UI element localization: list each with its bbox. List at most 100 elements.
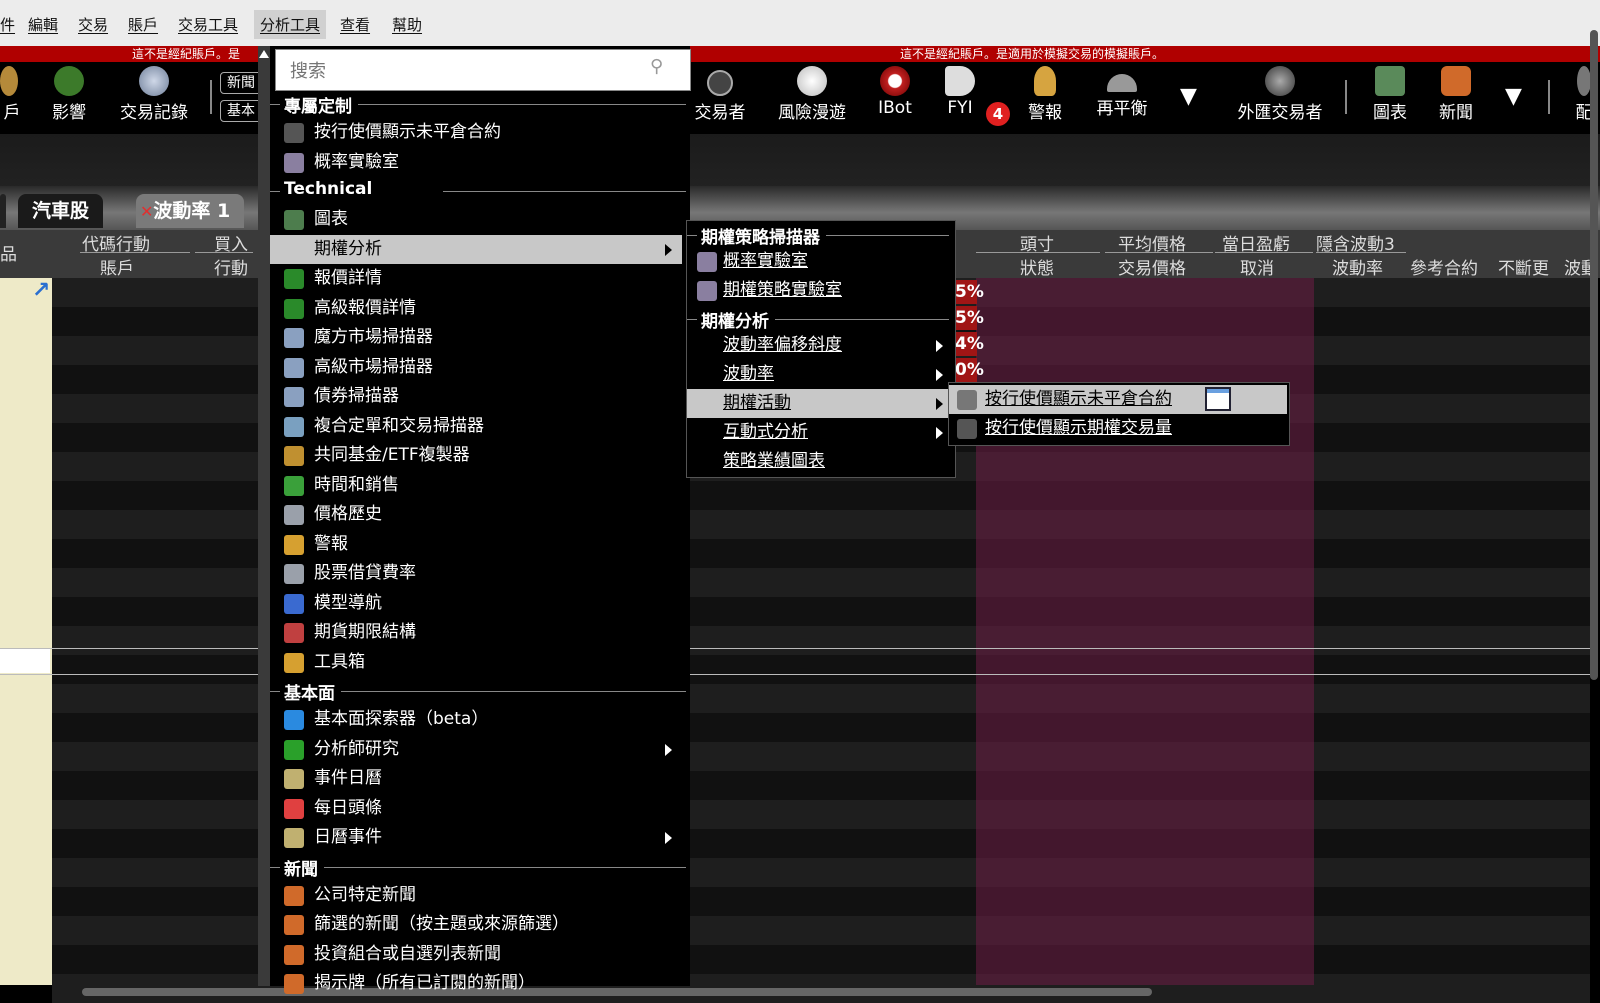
toolbar-trader[interactable]: 交易者: [690, 62, 750, 134]
menu-item[interactable]: 事件日曆: [270, 764, 682, 793]
toolbar-dropdown-2[interactable]: ▼: [1505, 84, 1522, 109]
menu-item[interactable]: 期貨期限結構: [270, 618, 682, 647]
menu-item[interactable]: 債券掃描器: [270, 382, 682, 411]
menu-item[interactable]: 期權分析: [270, 234, 682, 264]
menu-item[interactable]: 投資組合或自選列表新聞: [270, 940, 682, 969]
menu-item[interactable]: 策略業績圖表: [687, 447, 953, 476]
menu-item[interactable]: 高級市場掃描器: [270, 353, 682, 382]
vertical-scrollbar[interactable]: [1590, 30, 1598, 680]
menu-item[interactable]: 股票借貸費率: [270, 559, 682, 588]
menu-item[interactable]: 概率實驗室: [687, 247, 953, 276]
col-trade-price[interactable]: 交易價格: [1118, 254, 1186, 279]
tab-volatility-1[interactable]: ✕波動率 1: [136, 194, 245, 228]
bug-icon: [957, 390, 977, 410]
edit-cell[interactable]: [0, 649, 50, 673]
toolbar-account[interactable]: 戶: [0, 62, 24, 134]
link-arrow-icon[interactable]: ↗: [32, 278, 50, 303]
menu-item[interactable]: 共同基金/ETF複製器: [270, 441, 682, 470]
menu-item[interactable]: 日曆事件: [270, 823, 682, 852]
col-status[interactable]: 狀態: [1020, 254, 1054, 279]
toolbar-alerts[interactable]: 警報: [1020, 62, 1070, 134]
menu-item[interactable]: 魔方市場掃描器: [270, 323, 682, 352]
menu-account[interactable]: 賬戶: [128, 14, 158, 35]
menu-item[interactable]: 波動率偏移斜度: [687, 331, 953, 360]
menu-item[interactable]: 時間和銷售: [270, 471, 682, 500]
menu-item[interactable]: 工具箱: [270, 648, 682, 677]
fundamentals-small-button[interactable]: 基本: [220, 100, 262, 122]
section-rule: [270, 691, 280, 692]
menu-item-label: 工具箱: [314, 651, 365, 672]
search-box[interactable]: ⚲: [275, 49, 691, 91]
menu-item[interactable]: 分析師研究: [270, 735, 682, 764]
toolbar-ibot[interactable]: IBot: [870, 62, 920, 134]
menu-scroll-track[interactable]: [258, 46, 270, 986]
toolbar-fx-trader[interactable]: 外匯交易者: [1232, 62, 1328, 134]
coins-icon: [0, 66, 18, 96]
calendar-icon: [284, 828, 304, 848]
menu-item-label: 共同基金/ETF複製器: [314, 445, 470, 465]
menu-item[interactable]: 互動式分析: [687, 418, 953, 447]
col-product[interactable]: 品: [0, 240, 17, 265]
toolbar-impact[interactable]: 影響: [44, 62, 94, 134]
menu-analytics[interactable]: 分析工具: [254, 10, 327, 39]
menu-item-label: 概率實驗室: [314, 151, 399, 172]
menu-item[interactable]: 每日頭條: [270, 794, 682, 823]
menu-trade[interactable]: 交易: [78, 14, 108, 35]
lab-icon: [284, 152, 304, 173]
menu-item[interactable]: 按行使價顯示期權交易量: [949, 414, 1287, 443]
toolbar-fyi[interactable]: FYI: [938, 62, 982, 134]
menu-item[interactable]: 報價詳情: [270, 264, 682, 293]
menu-item[interactable]: 期權策略實驗室: [687, 276, 953, 305]
menu-edit[interactable]: 編輯: [28, 14, 58, 35]
col-cancel[interactable]: 取消: [1240, 254, 1274, 279]
menu-file[interactable]: 件: [0, 14, 15, 35]
toolbar-news[interactable]: 新聞: [1434, 62, 1478, 134]
menu-item[interactable]: 按行使價顯示未平倉合約: [270, 118, 682, 147]
menu-item[interactable]: 基本面探索器（beta）: [270, 705, 682, 734]
menu-view[interactable]: 查看: [340, 14, 370, 35]
section-rule: [687, 319, 697, 320]
toolbar-trade-log[interactable]: 交易記錄: [114, 62, 194, 134]
toolbar-dropdown-1[interactable]: ▼: [1180, 84, 1197, 109]
menu-item[interactable]: 概率實驗室: [270, 148, 682, 177]
close-tab-icon[interactable]: ✕: [140, 202, 153, 221]
menu-item[interactable]: 警報: [270, 530, 682, 559]
menu-item[interactable]: 複合定單和交易掃描器: [270, 412, 682, 441]
news-small-button[interactable]: 新聞: [220, 72, 262, 94]
menu-item[interactable]: 圖表: [270, 205, 682, 234]
menu-item[interactable]: 揭示牌（所有已訂閱的新聞）: [270, 969, 682, 998]
bell-icon: [1034, 66, 1056, 96]
section-rule: [270, 866, 280, 868]
col-action[interactable]: 行動: [214, 254, 248, 279]
menu-item[interactable]: 按行使價顯示未平倉合約: [949, 385, 1287, 414]
menu-help[interactable]: 幫助: [392, 14, 422, 35]
menu-item[interactable]: 公司特定新聞: [270, 881, 682, 910]
pct-cell: 5%: [955, 280, 984, 304]
calendar-icon: [284, 769, 304, 789]
search-icon[interactable]: ⚲: [650, 56, 663, 77]
menu-item-label: 基本面探索器（beta）: [314, 709, 489, 729]
menu-item[interactable]: 價格歷史: [270, 500, 682, 529]
col-volatility[interactable]: 波動率: [1332, 254, 1383, 279]
menu-item[interactable]: 波動率: [687, 360, 953, 389]
col-ref-contract[interactable]: 參考合約: [1410, 254, 1478, 279]
options-analysis-submenu: 期權策略掃描器 概率實驗室 期權策略實驗室 期權分析 波動率偏移斜度 波動率 期權活動 互動式…: [686, 220, 956, 478]
section-rule: [443, 191, 686, 192]
scales-icon: [284, 446, 304, 466]
open-window-icon[interactable]: [1205, 387, 1231, 411]
toolbar-risk-navigator[interactable]: 風險漫遊: [772, 62, 852, 134]
menu-item[interactable]: 模型導航: [270, 589, 682, 618]
menu-item[interactable]: 篩選的新聞（按主題或來源篩選）: [270, 910, 682, 939]
tab-partial[interactable]: [0, 194, 6, 228]
search-input[interactable]: [288, 52, 632, 90]
col-continuous[interactable]: 不斷更: [1498, 254, 1549, 279]
col-account[interactable]: 賬戶: [100, 254, 134, 279]
menu-item[interactable]: 期權活動: [687, 389, 953, 418]
menu-item[interactable]: 高級報價詳情: [270, 294, 682, 323]
toolbar-rebalance[interactable]: 再平衡: [1092, 62, 1152, 134]
menu-item-label: 高級報價詳情: [314, 297, 416, 318]
menu-trading-tools[interactable]: 交易工具: [178, 14, 238, 35]
scroll-up-icon[interactable]: [259, 50, 269, 58]
tab-auto-stocks[interactable]: 汽車股: [18, 194, 104, 228]
toolbar-charts[interactable]: 圖表: [1368, 62, 1412, 134]
